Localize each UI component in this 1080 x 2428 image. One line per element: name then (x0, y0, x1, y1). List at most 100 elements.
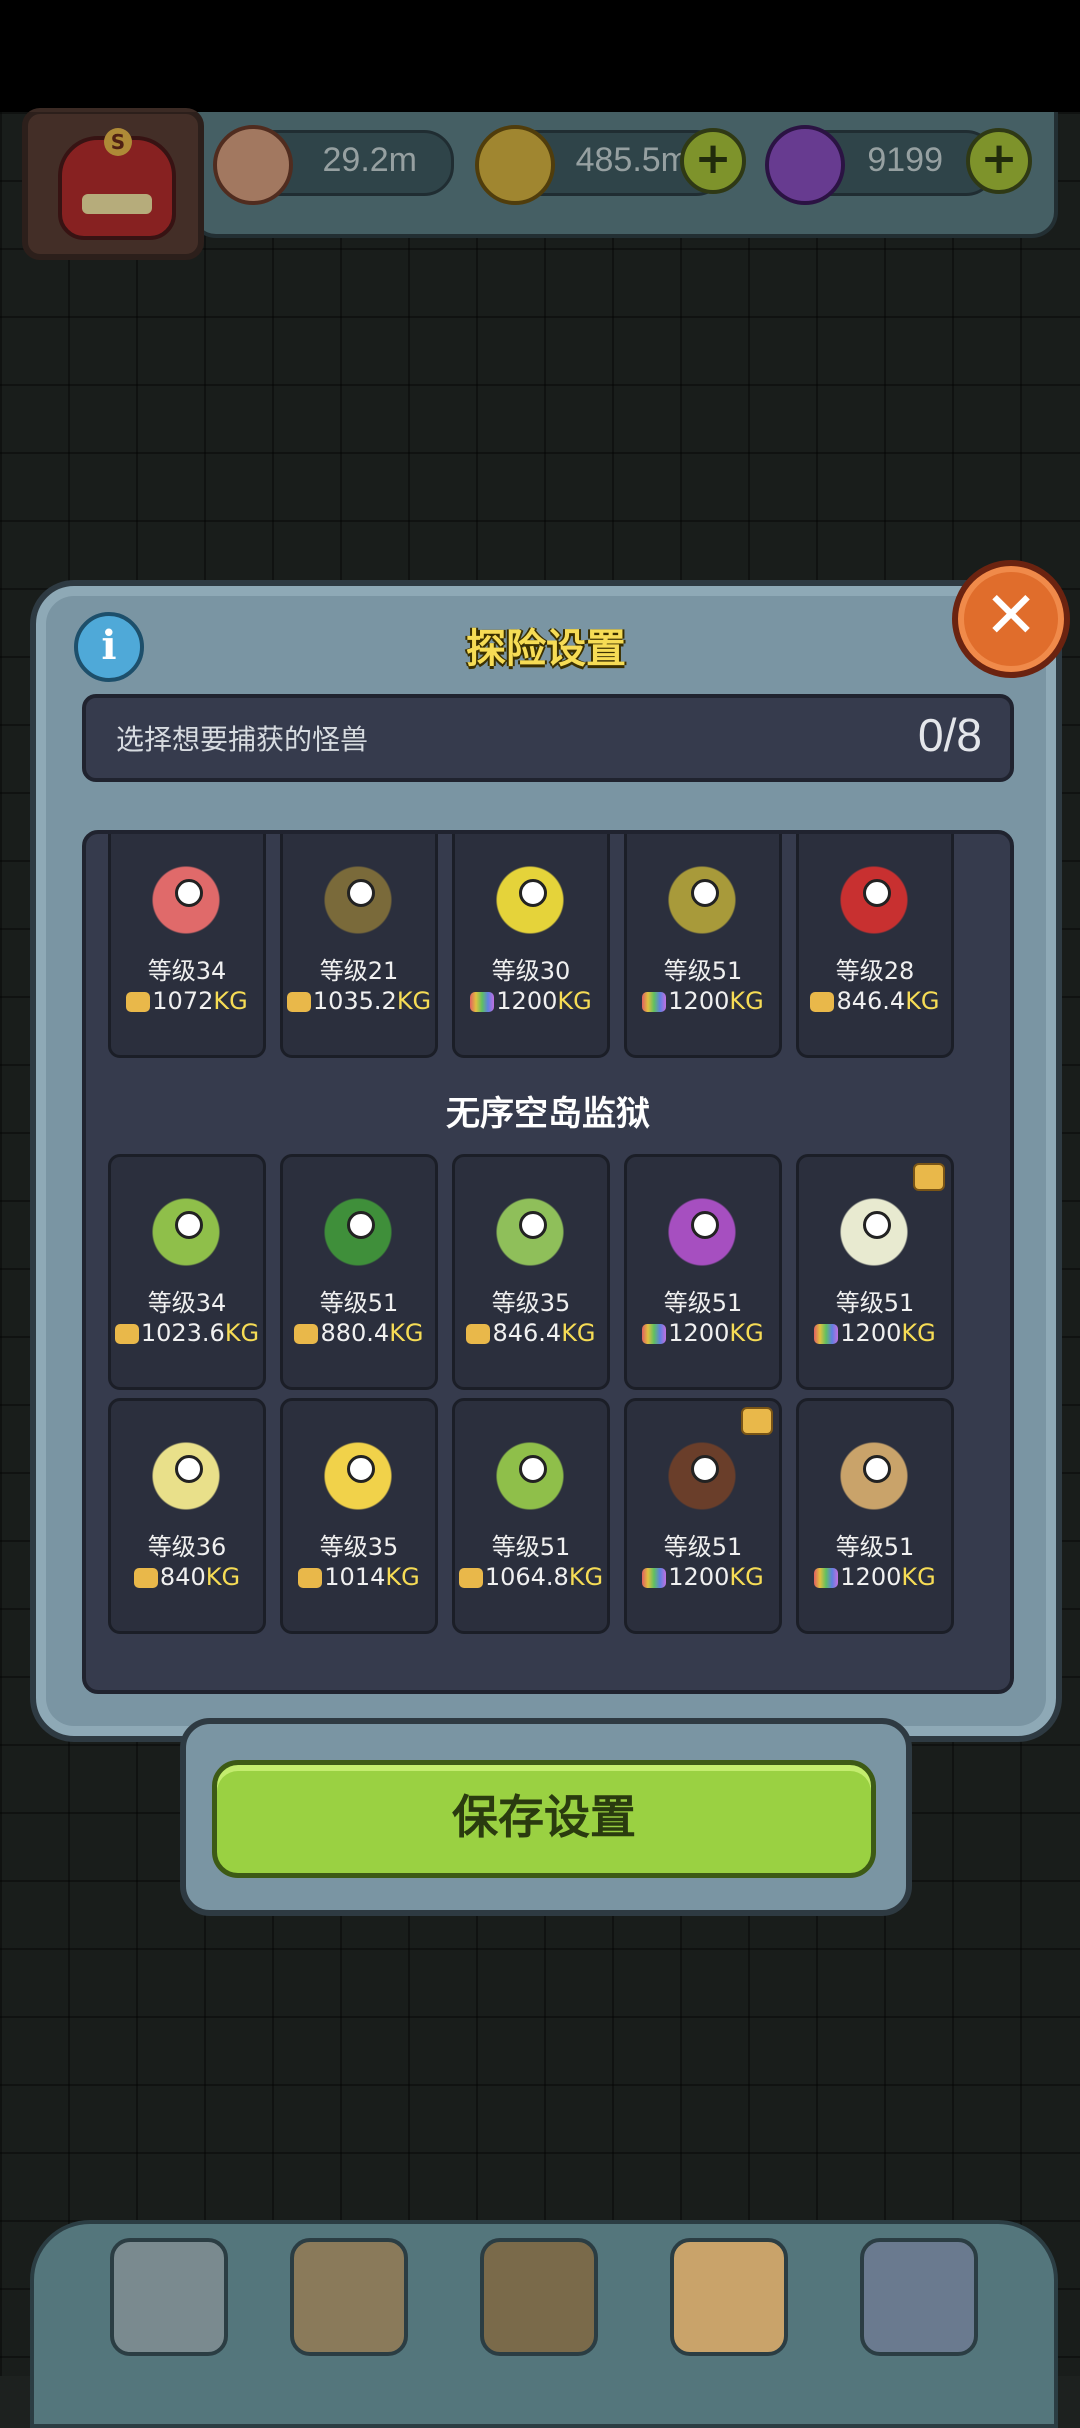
monster-eye-icon (691, 1455, 719, 1483)
monster-level: 等级51 (663, 1533, 743, 1561)
monster-card[interactable]: 等级51 1200KG (624, 1398, 782, 1634)
gold-weight-icon (298, 1568, 323, 1588)
save-settings-button[interactable]: 保存设置 (212, 1760, 876, 1878)
weight-unit: KG (224, 1319, 260, 1347)
new-badge-icon (741, 1407, 773, 1435)
pear-monster-icon (475, 845, 585, 945)
monster-card[interactable]: 等级34 1072KG (108, 834, 266, 1058)
monster-card[interactable]: 等级35 1014KG (280, 1398, 438, 1634)
monster-card[interactable]: 等级34 1023.6KG (108, 1154, 266, 1390)
monster-eye-icon (519, 1211, 547, 1239)
monster-level: 等级51 (835, 1289, 915, 1317)
weight-value: 846.4 (836, 987, 906, 1015)
weight-value: 840 (159, 1563, 206, 1591)
cheese-monster-icon (303, 1421, 413, 1521)
monster-card[interactable]: 等级51 1200KG (624, 834, 782, 1058)
close-button[interactable]: ✕ (952, 560, 1070, 678)
monster-level: 等级51 (491, 1533, 571, 1561)
cowboy-monster-icon (647, 845, 757, 945)
weight-unit: KG (729, 1563, 764, 1591)
weight-unit: KG (905, 987, 940, 1015)
peach-monster-icon (131, 845, 241, 945)
monster-eye-icon (691, 879, 719, 907)
weight-unit: KG (901, 1563, 936, 1591)
section-title: 无序空岛监狱 (446, 1094, 650, 1134)
monster-weight: 1200KG (627, 1319, 779, 1347)
selection-prompt: 选择想要捕获的怪兽 (116, 723, 369, 756)
monster-card[interactable]: 等级28 846.4KG (796, 834, 954, 1058)
cauliflower-monster-icon (131, 1421, 241, 1521)
monster-list[interactable]: 等级34 1072KG 等级21 1035.2KG 等级30 1200KG 等级51 1200… (82, 830, 1014, 1694)
monster-weight: 1200KG (799, 1563, 951, 1591)
monster-eye-icon (175, 879, 203, 907)
radish-monster-icon (819, 1177, 929, 1277)
weight-value: 1014 (324, 1563, 386, 1591)
rainbow-weight-icon (642, 992, 667, 1012)
weight-value: 1200 (840, 1319, 902, 1347)
monster-eye-icon (347, 1211, 375, 1239)
monster-weight: 1200KG (799, 1319, 951, 1347)
dungeon-icon[interactable] (290, 2238, 408, 2356)
monster-weight: 1064.8KG (455, 1563, 607, 1591)
gold-weight-icon (286, 992, 311, 1012)
watermelon-monster-icon (303, 1177, 413, 1277)
monster-card[interactable]: 等级21 1035.2KG (280, 834, 438, 1058)
monster-eye-icon (691, 1211, 719, 1239)
weight-value: 1200 (668, 1563, 730, 1591)
monster-level: 等级51 (663, 1289, 743, 1317)
dialog-title: 探险设置 (466, 626, 626, 672)
rainbow-weight-icon (642, 1568, 667, 1588)
weight-unit: KG (205, 1563, 241, 1591)
new-badge-icon (913, 1163, 945, 1191)
grid-menu-icon[interactable] (860, 2238, 978, 2356)
monster-card[interactable]: 等级51 1064.8KG (452, 1398, 610, 1634)
kiwi-crab-monster-icon (303, 845, 413, 945)
weight-unit: KG (213, 987, 248, 1015)
monster-level: 等级51 (319, 1289, 399, 1317)
cabbage-turtle-icon (131, 1177, 241, 1277)
gold-weight-icon (133, 1568, 158, 1588)
expedition-settings-dialog: i 探险设置 选择想要捕获的怪兽 0/8 等级34 1072KG 等级21 1035.… (30, 580, 1062, 1742)
medusa-plant-icon (475, 1421, 585, 1521)
book-icon[interactable] (480, 2238, 598, 2356)
monster-weight: 846.4KG (799, 987, 951, 1015)
weight-value: 1200 (496, 987, 558, 1015)
monster-card[interactable]: 等级36 840KG (108, 1398, 266, 1634)
monster-level: 等级51 (663, 957, 743, 985)
onion-monster-icon (819, 1421, 929, 1521)
weight-value: 880.4 (320, 1319, 390, 1347)
monster-eye-icon (175, 1211, 203, 1239)
monster-card[interactable]: 等级51 880.4KG (280, 1154, 438, 1390)
selection-count: 0/8 (918, 709, 982, 761)
status-bar (0, 0, 1080, 112)
gold-weight-icon (294, 1324, 319, 1344)
monster-weight: 1072KG (111, 987, 263, 1015)
weight-value: 846.4 (492, 1319, 562, 1347)
twig-monster-icon (475, 1177, 585, 1277)
monster-level: 等级34 (147, 957, 227, 985)
monster-card[interactable]: 等级35 846.4KG (452, 1154, 610, 1390)
monster-card[interactable]: 等级30 1200KG (452, 834, 610, 1058)
gold-weight-icon (114, 1324, 139, 1344)
weight-value: 1023.6 (140, 1319, 225, 1347)
weight-unit: KG (568, 1563, 604, 1591)
monster-card[interactable]: 等级51 1200KG (796, 1398, 954, 1634)
monster-eye-icon (863, 1455, 891, 1483)
weight-value: 1072 (152, 987, 214, 1015)
rainbow-weight-icon (642, 1324, 667, 1344)
weight-unit: KG (389, 1319, 424, 1347)
gold-weight-icon (458, 1568, 483, 1588)
monster-weight: 840KG (111, 1563, 263, 1591)
monster-level: 等级51 (835, 1533, 915, 1561)
weight-unit: KG (396, 987, 432, 1015)
money-bag-icon[interactable] (670, 2238, 788, 2356)
monster-weight: 1035.2KG (283, 987, 435, 1015)
monster-card[interactable]: 等级51 1200KG (796, 1154, 954, 1390)
weight-value: 1035.2 (312, 987, 397, 1015)
monster-weight: 1014KG (283, 1563, 435, 1591)
shop-icon[interactable] (110, 2238, 228, 2356)
monster-card[interactable]: 等级51 1200KG (624, 1154, 782, 1390)
weight-unit: KG (561, 1319, 596, 1347)
monster-level: 等级35 (491, 1289, 571, 1317)
monster-weight: 846.4KG (455, 1319, 607, 1347)
